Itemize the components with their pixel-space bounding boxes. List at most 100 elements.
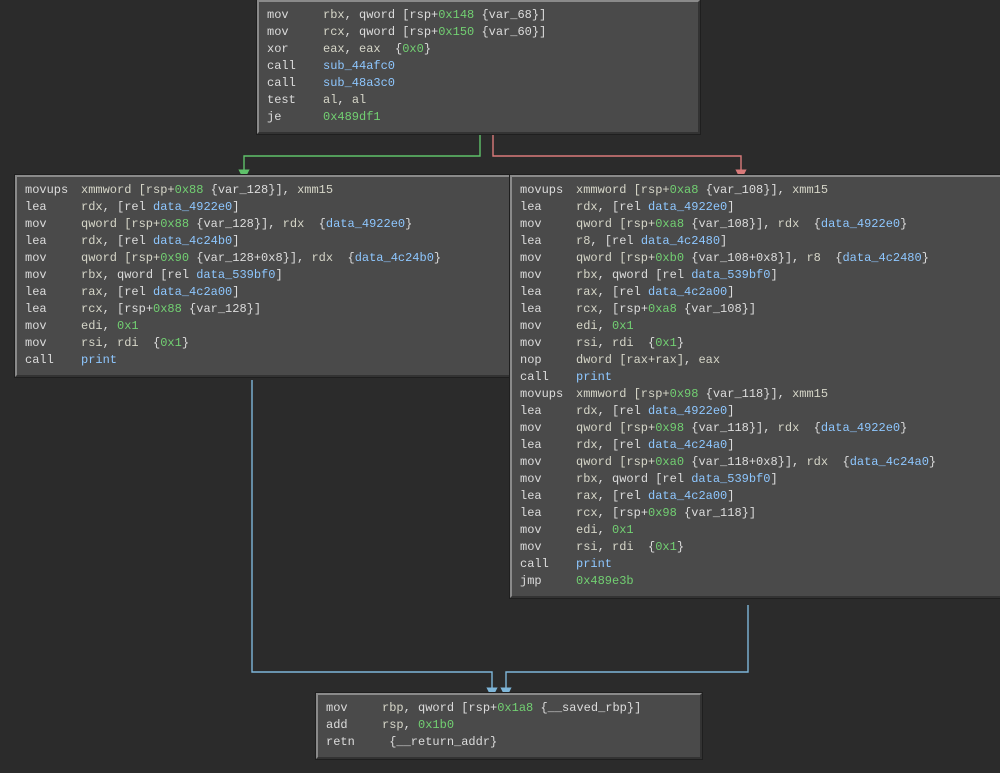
punct-token: ] bbox=[232, 200, 239, 214]
mnemonic: lea bbox=[520, 488, 576, 505]
instruction-row[interactable]: callprint bbox=[520, 369, 994, 386]
instruction-row[interactable]: movupsxmmword [rsp+0xa8 {var_108}], xmm1… bbox=[520, 182, 994, 199]
addr-token: 0x98 bbox=[655, 421, 684, 435]
instruction-row[interactable]: movedi, 0x1 bbox=[520, 318, 994, 335]
mnemonic: mov bbox=[25, 335, 81, 352]
punct-token: { bbox=[304, 217, 326, 231]
instruction-row[interactable]: nopdword [rax+rax], eax bbox=[520, 352, 994, 369]
punct-token: , bbox=[345, 42, 359, 56]
instruction-row[interactable]: learcx, [rsp+0xa8 {var_108}] bbox=[520, 301, 994, 318]
mnemonic: test bbox=[267, 92, 323, 109]
punct-token: } bbox=[424, 42, 431, 56]
punct-token: , bbox=[404, 718, 418, 732]
basic-block-exit[interactable]: movrbp, qword [rsp+0x1a8 {__saved_rbp}]a… bbox=[316, 693, 702, 759]
mnemonic: call bbox=[267, 75, 323, 92]
reg-token: rbx bbox=[576, 268, 598, 282]
reg-token: edi bbox=[576, 523, 598, 537]
addr-token: 0xa0 bbox=[655, 455, 684, 469]
instruction-row[interactable]: movrbx, qword [rel data_539bf0] bbox=[520, 267, 994, 284]
addr-token: 0xb0 bbox=[655, 251, 684, 265]
mnemonic: mov bbox=[520, 267, 576, 284]
instruction-row[interactable]: movedi, 0x1 bbox=[520, 522, 994, 539]
instruction-row[interactable]: callprint bbox=[25, 352, 501, 369]
mnemonic: lea bbox=[520, 301, 576, 318]
punct-token: , bbox=[598, 336, 612, 350]
basic-block-left[interactable]: movupsxmmword [rsp+0x88 {var_128}], xmm1… bbox=[15, 175, 511, 377]
instruction-row[interactable]: callsub_44afc0 bbox=[267, 58, 690, 75]
mnemonic: call bbox=[520, 556, 576, 573]
instruction-row[interactable]: addrsp, 0x1b0 bbox=[326, 717, 692, 734]
punct-token: { bbox=[799, 217, 821, 231]
instruction-row[interactable]: lear8, [rel data_4c2480] bbox=[520, 233, 994, 250]
instruction-row[interactable]: movrsi, rdi {0x1} bbox=[520, 539, 994, 556]
instruction-row[interactable]: movupsxmmword [rsp+0x88 {var_128}], xmm1… bbox=[25, 182, 501, 199]
instruction-row[interactable]: retn {__return_addr} bbox=[326, 734, 692, 751]
instruction-row[interactable]: movupsxmmword [rsp+0x98 {var_118}], xmm1… bbox=[520, 386, 994, 403]
addr-token: 0x88 bbox=[175, 183, 204, 197]
mnemonic: mov bbox=[520, 250, 576, 267]
mnemonic: lea bbox=[25, 233, 81, 250]
punct-token: ] bbox=[720, 234, 727, 248]
instruction-row[interactable]: movqword [rsp+0x90 {var_128+0x8}], rdx {… bbox=[25, 250, 501, 267]
instruction-row[interactable]: leardx, [rel data_4c24a0] bbox=[520, 437, 994, 454]
instruction-row[interactable]: leardx, [rel data_4922e0] bbox=[25, 199, 501, 216]
instruction-row[interactable]: movqword [rsp+0xa0 {var_118+0x8}], rdx {… bbox=[520, 454, 994, 471]
instruction-row[interactable]: movrsi, rdi {0x1} bbox=[520, 335, 994, 352]
punct-token: }] bbox=[532, 8, 546, 22]
addr-token: 0x98 bbox=[648, 506, 677, 520]
addr-token: 0x1 bbox=[160, 336, 182, 350]
var-token: var_118 bbox=[713, 387, 763, 401]
mnemonic: movups bbox=[25, 182, 81, 199]
instruction-row[interactable]: movrcx, qword [rsp+0x150 {var_60}] bbox=[267, 24, 690, 41]
punct-token: { bbox=[474, 25, 488, 39]
punct-token: { bbox=[677, 302, 691, 316]
instruction-row[interactable]: callprint bbox=[520, 556, 994, 573]
punct-token: }], bbox=[749, 421, 778, 435]
var-token: __saved_rbp bbox=[548, 701, 627, 715]
instruction-row[interactable]: movqword [rsp+0x98 {var_118}], rdx {data… bbox=[520, 420, 994, 437]
instruction-row[interactable]: movrbx, qword [rsp+0x148 {var_68}] bbox=[267, 7, 690, 24]
instruction-row[interactable]: testal, al bbox=[267, 92, 690, 109]
instruction-row[interactable]: movqword [rsp+0x88 {var_128}], rdx {data… bbox=[25, 216, 501, 233]
mnemonic: lea bbox=[25, 199, 81, 216]
sym-token: data_539bf0 bbox=[691, 268, 770, 282]
instruction-row[interactable]: movrbp, qword [rsp+0x1a8 {__saved_rbp}] bbox=[326, 700, 692, 717]
instruction-row[interactable]: movrsi, rdi {0x1} bbox=[25, 335, 501, 352]
instruction-row[interactable]: learax, [rel data_4c2a00] bbox=[520, 488, 994, 505]
reg-token: rdi bbox=[612, 336, 634, 350]
instruction-row[interactable]: jmp0x489e3b bbox=[520, 573, 994, 590]
var-token: var_128+0x8 bbox=[203, 251, 282, 265]
punct-token: { bbox=[203, 183, 217, 197]
reg-token: rdx bbox=[576, 200, 598, 214]
instruction-row[interactable]: movqword [rsp+0xa8 {var_108}], rdx {data… bbox=[520, 216, 994, 233]
addr-token: 0x88 bbox=[160, 217, 189, 231]
instruction-row[interactable]: learcx, [rsp+0x98 {var_118}] bbox=[520, 505, 994, 522]
instruction-row[interactable]: xoreax, eax {0x0} bbox=[267, 41, 690, 58]
instruction-row[interactable]: movedi, 0x1 bbox=[25, 318, 501, 335]
punct-token: , [rsp+ bbox=[598, 302, 648, 316]
instruction-row[interactable]: learcx, [rsp+0x88 {var_128}] bbox=[25, 301, 501, 318]
addr-token: 0x90 bbox=[160, 251, 189, 265]
instruction-row[interactable]: movqword [rsp+0xb0 {var_108+0x8}], r8 {d… bbox=[520, 250, 994, 267]
basic-block-entry[interactable]: movrbx, qword [rsp+0x148 {var_68}]movrcx… bbox=[257, 0, 700, 134]
punct-token: ] bbox=[232, 285, 239, 299]
instruction-row[interactable]: je0x489df1 bbox=[267, 109, 690, 126]
basic-block-right[interactable]: movupsxmmword [rsp+0xa8 {var_108}], xmm1… bbox=[510, 175, 1000, 598]
mnemonic: mov bbox=[520, 471, 576, 488]
instruction-row[interactable]: learax, [rel data_4c2a00] bbox=[25, 284, 501, 301]
reg-token: rdx bbox=[778, 217, 800, 231]
punct-token: , [rsp+ bbox=[103, 302, 153, 316]
reg-token: rsi bbox=[576, 540, 598, 554]
instruction-row[interactable]: learax, [rel data_4c2a00] bbox=[520, 284, 994, 301]
reg-token: al bbox=[323, 93, 337, 107]
instruction-row[interactable]: movrbx, qword [rel data_539bf0] bbox=[25, 267, 501, 284]
reg-token: qword [rsp+ bbox=[576, 455, 655, 469]
instruction-row[interactable]: leardx, [rel data_4922e0] bbox=[520, 403, 994, 420]
addr-token: 0xa8 bbox=[655, 217, 684, 231]
punct-token: ] bbox=[727, 438, 734, 452]
instruction-row[interactable]: callsub_48a3c0 bbox=[267, 75, 690, 92]
instruction-row[interactable]: leardx, [rel data_4922e0] bbox=[520, 199, 994, 216]
instruction-row[interactable]: movrbx, qword [rel data_539bf0] bbox=[520, 471, 994, 488]
instruction-row[interactable]: leardx, [rel data_4c24b0] bbox=[25, 233, 501, 250]
reg-token: r8 bbox=[806, 251, 820, 265]
